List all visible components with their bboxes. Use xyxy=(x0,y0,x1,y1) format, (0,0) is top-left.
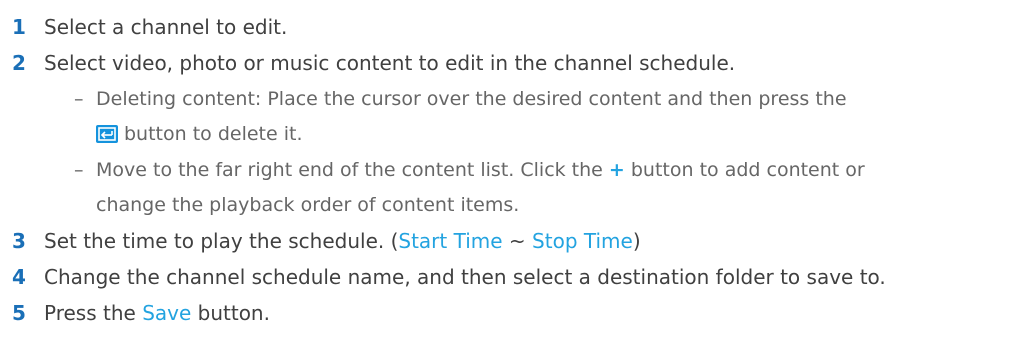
enter-return-icon xyxy=(96,125,118,143)
step-5-text-a: Press the xyxy=(44,301,143,325)
substep-dash: – xyxy=(74,159,84,181)
step-5-text-b: button. xyxy=(191,301,270,325)
save-label: Save xyxy=(142,301,192,325)
step-text: Select a channel to edit. xyxy=(44,15,288,39)
step-text: Press the Save button. xyxy=(44,296,270,330)
step-text: Set the time to play the schedule. (Star… xyxy=(44,224,641,258)
step-3-text-b: ) xyxy=(632,229,641,253)
step-number: 2 xyxy=(12,51,26,75)
substep-text-cont: change the playback order of content ite… xyxy=(96,194,520,216)
time-separator: ~ xyxy=(502,229,533,253)
substep-text: Deleting content: Place the cursor over … xyxy=(96,88,847,110)
step-number: 5 xyxy=(12,301,26,325)
step-text: Select video, photo or music content to … xyxy=(44,51,736,75)
substep-dash: – xyxy=(74,88,84,110)
substep-move-text-b: button to add content or xyxy=(624,159,865,181)
plus-icon: + xyxy=(608,159,625,181)
step-3-text-a: Set the time to play the schedule. ( xyxy=(44,229,399,253)
step-text: Change the channel schedule name, and th… xyxy=(44,265,886,289)
substep-move-text-a: Move to the far right end of the content… xyxy=(96,159,609,181)
stop-time-label: Stop Time xyxy=(532,229,633,253)
substep-text-cont: button to delete it. xyxy=(96,117,303,151)
substep-text: Move to the far right end of the content… xyxy=(96,153,865,187)
substep-delete-text: button to delete it. xyxy=(124,123,303,145)
step-number: 3 xyxy=(12,229,26,253)
step-number: 1 xyxy=(12,15,26,39)
start-time-label: Start Time xyxy=(398,229,503,253)
step-number: 4 xyxy=(12,265,26,289)
